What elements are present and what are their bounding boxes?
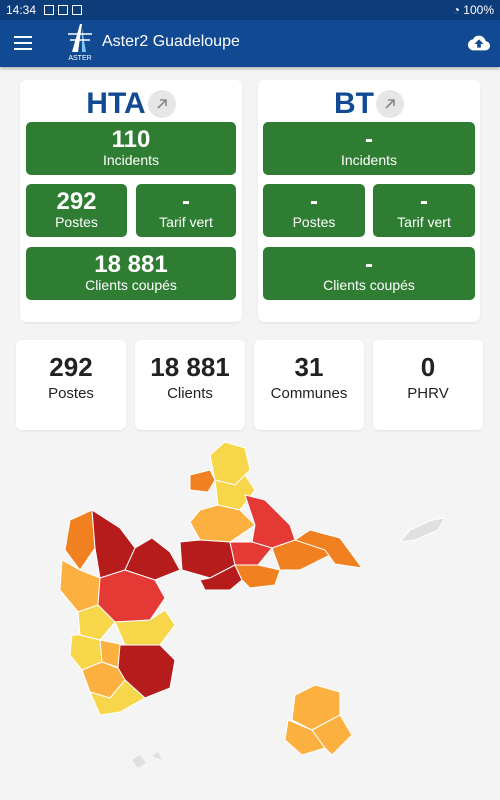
hta-incidents-tile[interactable]: 110 Incidents: [26, 122, 236, 175]
stat-label: Clients: [167, 385, 213, 402]
hta-postes-value: 292: [56, 188, 97, 215]
hta-clients-coupes-label: Clients coupés: [85, 277, 177, 293]
hta-tarif-vert-tile[interactable]: - Tarif vert: [136, 184, 236, 237]
wifi-icon: ◔: [452, 3, 464, 17]
open-external-icon[interactable]: [147, 90, 176, 119]
desirade-island: [398, 517, 446, 543]
bt-clients-coupes-value: -: [365, 251, 373, 278]
hta-tarif-vert-label: Tarif vert: [159, 214, 213, 230]
stat-label: Communes: [270, 385, 348, 402]
bt-clients-coupes-tile[interactable]: - Clients coupés: [263, 247, 475, 300]
saintes-island: [152, 752, 162, 760]
commune-region[interactable]: [189, 504, 256, 543]
stat-card-postes: 292 Postes: [16, 340, 126, 430]
hta-title-row: HTA: [20, 86, 242, 121]
stat-value: 292: [49, 352, 93, 382]
aster-logo: ASTER: [68, 24, 92, 62]
stat-label: Postes: [48, 385, 94, 402]
notification-icon: [72, 5, 82, 15]
bt-tarif-vert-label: Tarif vert: [397, 214, 451, 230]
status-bar: 14:34 ◔ 100%: [0, 0, 500, 20]
guadeloupe-map[interactable]: [40, 430, 480, 780]
upload-cloud-icon[interactable]: [468, 32, 490, 54]
image-icon: [58, 5, 68, 15]
hta-postes-tile[interactable]: 292 Postes: [26, 184, 127, 237]
status-right: ◔ 100%: [453, 3, 494, 17]
hta-panel: HTA 110 Incidents 292 Postes - Tarif ver…: [20, 80, 242, 322]
saintes-island: [132, 755, 146, 768]
bt-title-row: BT: [258, 86, 480, 121]
stat-card-phrv: 0 PHRV: [373, 340, 483, 430]
hta-incidents-value: 110: [111, 126, 151, 153]
bt-clients-coupes-label: Clients coupés: [323, 277, 415, 293]
commune-region[interactable]: [234, 564, 281, 589]
image-icon: [44, 5, 54, 15]
bt-incidents-value: -: [365, 126, 373, 153]
bt-tarif-vert-tile[interactable]: - Tarif vert: [373, 184, 475, 237]
app-title: Aster2 Guadeloupe: [102, 33, 240, 50]
bt-panel: BT - Incidents - Postes - Tarif vert - C…: [258, 80, 480, 322]
stat-card-communes: 31 Communes: [254, 340, 364, 430]
hta-clients-coupes-tile[interactable]: 18 881 Clients coupés: [26, 247, 236, 300]
hta-incidents-label: Incidents: [102, 152, 160, 168]
battery-level: 100%: [463, 3, 494, 17]
open-external-icon[interactable]: [376, 90, 404, 119]
bt-postes-label: Postes: [292, 214, 336, 230]
hta-clients-coupes-value: 18 881: [94, 251, 168, 278]
hta-postes-label: Postes: [55, 214, 98, 230]
hta-tarif-vert-value: -: [182, 188, 190, 215]
commune-region[interactable]: [64, 509, 96, 571]
bt-postes-value: -: [310, 188, 318, 215]
commune-region[interactable]: [189, 469, 216, 493]
app-bar: ASTER Aster2 Guadeloupe: [0, 20, 500, 67]
stat-value: 18 881: [150, 352, 230, 382]
status-time: 14:34: [6, 3, 37, 17]
bt-postes-tile[interactable]: - Postes: [263, 184, 365, 237]
bt-tarif-vert-value: -: [420, 188, 428, 215]
bt-incidents-tile[interactable]: - Incidents: [263, 122, 475, 175]
bt-incidents-label: Incidents: [340, 152, 398, 168]
stat-value: 0: [420, 352, 436, 382]
commune-region[interactable]: [244, 494, 296, 549]
notification-icons: [44, 4, 86, 18]
bt-title: BT: [334, 87, 374, 121]
stat-card-clients: 18 881 Clients: [135, 340, 245, 430]
hta-title: HTA: [86, 87, 146, 121]
stat-value: 31: [294, 352, 324, 382]
stat-label: PHRV: [407, 385, 449, 402]
logo-text: ASTER: [68, 55, 91, 62]
menu-icon[interactable]: [14, 36, 32, 50]
